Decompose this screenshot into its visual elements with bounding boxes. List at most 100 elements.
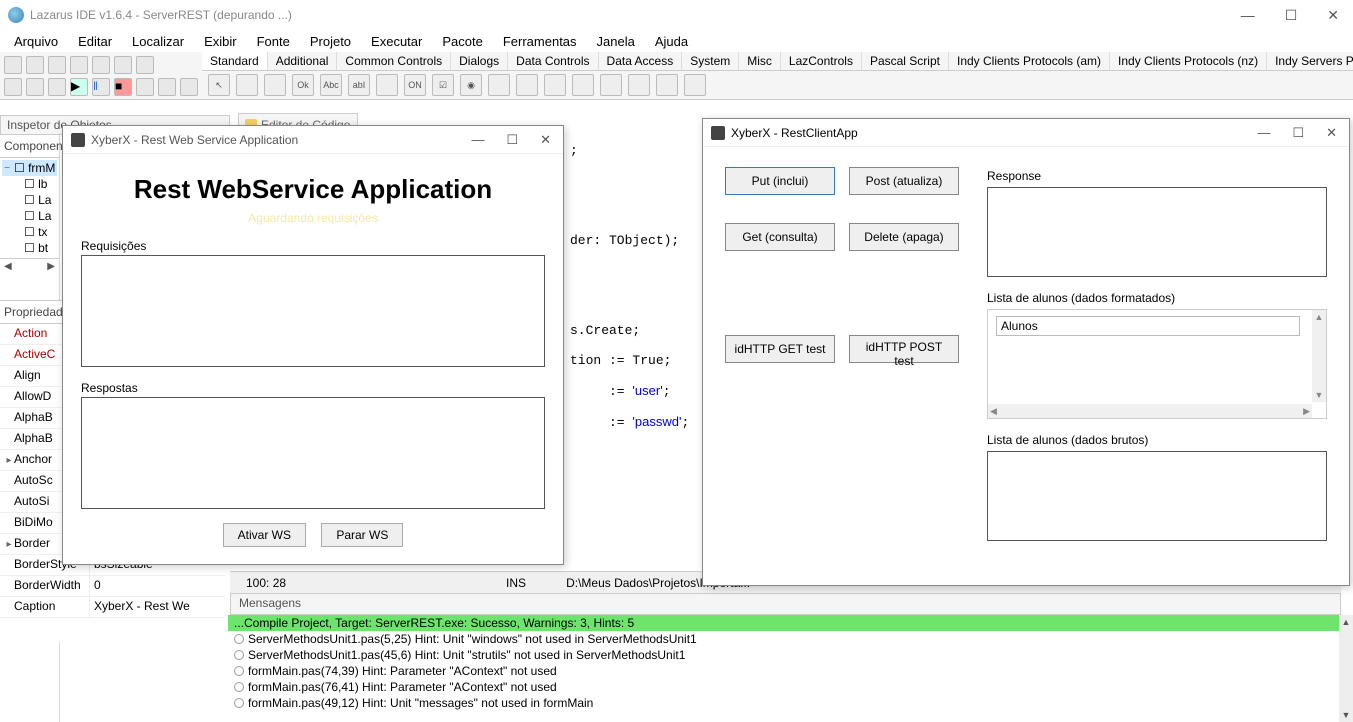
component-icon[interactable]: ON (404, 74, 426, 96)
response-box[interactable] (987, 187, 1327, 277)
menu-janela[interactable]: Janela (587, 32, 645, 51)
post-test-button[interactable]: idHTTP POST test (849, 335, 959, 363)
tree-node[interactable]: ☐ La (2, 192, 57, 208)
start-ws-button[interactable]: Ativar WS (223, 523, 306, 547)
menu-arquivo[interactable]: Arquivo (4, 32, 68, 51)
close-button[interactable]: ✕ (1321, 5, 1345, 26)
palette-tab[interactable]: Indy Clients Protocols (am) (949, 52, 1110, 70)
pointer-icon[interactable]: ↖ (208, 74, 230, 96)
toolbar-button[interactable] (48, 56, 66, 74)
toolbar-button[interactable] (92, 56, 110, 74)
vertical-scrollbar[interactable]: ▲▼ (1312, 310, 1326, 402)
component-icon[interactable] (684, 74, 706, 96)
message-line[interactable]: formMain.pas(49,12) Hint: Unit "messages… (228, 695, 1341, 711)
toolbar-button[interactable] (4, 78, 22, 96)
property-row[interactable]: BorderWidth0 (0, 576, 225, 597)
responses-box[interactable] (81, 397, 545, 509)
component-icon[interactable] (488, 74, 510, 96)
step-icon[interactable] (136, 78, 154, 96)
maximize-button[interactable]: ☐ (1288, 124, 1308, 142)
get-button[interactable]: Get (consulta) (725, 223, 835, 251)
palette-tab[interactable]: Standard (202, 52, 268, 70)
toolbar-button[interactable] (136, 56, 154, 74)
component-icon[interactable] (264, 74, 286, 96)
maximize-button[interactable]: ☐ (502, 131, 522, 149)
palette-tab[interactable]: Misc (739, 52, 781, 70)
property-row[interactable]: CaptionXyberX - Rest We (0, 597, 225, 618)
message-line[interactable]: formMain.pas(74,39) Hint: Parameter "ACo… (228, 663, 1341, 679)
messages-scrollbar[interactable]: ▲▼ (1339, 615, 1353, 722)
palette-tab[interactable]: LazControls (781, 52, 862, 70)
palette-tab[interactable]: System (682, 52, 739, 70)
component-icon[interactable]: Ok (292, 74, 314, 96)
message-line[interactable]: ...Compile Project, Target: ServerREST.e… (228, 615, 1341, 631)
tree-node[interactable]: ☐ lb (2, 176, 57, 192)
component-icon[interactable] (600, 74, 622, 96)
palette-tab[interactable]: Common Controls (337, 52, 451, 70)
palette-tab[interactable]: Indy Clients Protocols (nz) (1110, 52, 1267, 70)
messages-panel[interactable]: ...Compile Project, Target: ServerREST.e… (228, 615, 1341, 722)
stop-icon[interactable]: ■ (114, 78, 132, 96)
component-icon[interactable] (628, 74, 650, 96)
component-icon[interactable] (572, 74, 594, 96)
component-icon[interactable] (544, 74, 566, 96)
menu-ferramentas[interactable]: Ferramentas (493, 32, 587, 51)
component-icon[interactable] (516, 74, 538, 96)
tree-node[interactable]: −☐ frmM (2, 160, 57, 176)
put-button[interactable]: Put (inclui) (725, 167, 835, 195)
tree-root-node[interactable]: Alunos (996, 316, 1300, 336)
message-line[interactable]: formMain.pas(76,41) Hint: Parameter "ACo… (228, 679, 1341, 695)
component-icon[interactable]: abI (348, 74, 370, 96)
menu-exibir[interactable]: Exibir (194, 32, 247, 51)
menu-localizar[interactable]: Localizar (122, 32, 194, 51)
step-icon[interactable] (158, 78, 176, 96)
toolbar-button[interactable] (26, 78, 44, 96)
menu-executar[interactable]: Executar (361, 32, 432, 51)
horizontal-scrollbar[interactable]: ◀▶ (988, 404, 1312, 418)
minimize-button[interactable]: — (1253, 124, 1274, 142)
pause-icon[interactable]: ‖ (92, 78, 110, 96)
tree-node[interactable]: ☐ La (2, 208, 57, 224)
get-test-button[interactable]: idHTTP GET test (725, 335, 835, 363)
maximize-button[interactable]: ☐ (1279, 5, 1304, 26)
close-button[interactable]: ✕ (1322, 124, 1341, 142)
message-line[interactable]: ServerMethodsUnit1.pas(5,25) Hint: Unit … (228, 631, 1341, 647)
tree-node[interactable]: ☐ tx (2, 224, 57, 240)
component-icon[interactable]: ☑ (432, 74, 454, 96)
menu-fonte[interactable]: Fonte (247, 32, 300, 51)
palette-tab[interactable]: Data Controls (508, 52, 598, 70)
component-icon[interactable] (656, 74, 678, 96)
toolbar-button[interactable] (114, 56, 132, 74)
raw-list-box[interactable] (987, 451, 1327, 541)
palette-tab[interactable]: Data Access (599, 52, 683, 70)
minimize-button[interactable]: — (467, 131, 488, 149)
palette-tab[interactable]: Pascal Script (862, 52, 949, 70)
component-icon[interactable] (376, 74, 398, 96)
palette-tab[interactable]: Dialogs (451, 52, 508, 70)
tree-nav[interactable]: ◀▶ (0, 258, 59, 274)
menu-projeto[interactable]: Projeto (300, 32, 361, 51)
toolbar-button[interactable] (48, 78, 66, 96)
requests-box[interactable] (81, 255, 545, 367)
toolbar-button[interactable] (70, 56, 88, 74)
step-icon[interactable] (180, 78, 198, 96)
component-icon[interactable]: ◉ (460, 74, 482, 96)
stop-ws-button[interactable]: Parar WS (321, 523, 403, 547)
menu-pacote[interactable]: Pacote (432, 32, 492, 51)
component-icon[interactable]: Abc (320, 74, 342, 96)
menu-ajuda[interactable]: Ajuda (645, 32, 698, 51)
run-icon[interactable]: ▶ (70, 78, 88, 96)
close-button[interactable]: ✕ (536, 131, 555, 149)
menu-editar[interactable]: Editar (68, 32, 122, 51)
minimize-button[interactable]: — (1235, 5, 1261, 26)
toolbar-button[interactable] (26, 56, 44, 74)
component-tree[interactable]: −☐ frmM☐ lb☐ La☐ La☐ tx☐ bt (0, 158, 59, 258)
tree-node[interactable]: ☐ bt (2, 240, 57, 256)
palette-tab[interactable]: Indy Servers Pr (1267, 52, 1353, 70)
toolbar-button[interactable] (4, 56, 22, 74)
component-icon[interactable] (236, 74, 258, 96)
message-line[interactable]: ServerMethodsUnit1.pas(45,6) Hint: Unit … (228, 647, 1341, 663)
palette-tab[interactable]: Additional (268, 52, 338, 70)
delete-button[interactable]: Delete (apaga) (849, 223, 959, 251)
post-button[interactable]: Post (atualiza) (849, 167, 959, 195)
